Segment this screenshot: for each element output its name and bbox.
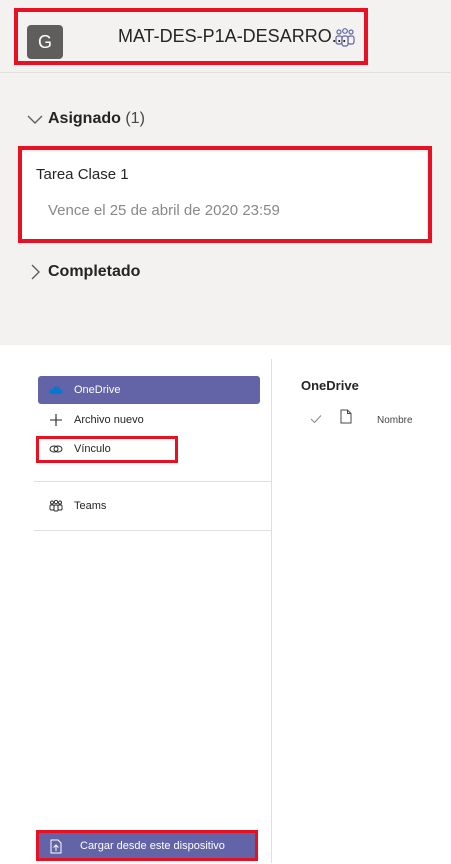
teams-icon bbox=[48, 492, 64, 520]
chevron-down-icon bbox=[26, 110, 44, 128]
nav-item-label: Archivo nuevo bbox=[74, 414, 144, 426]
file-picker-nav: OneDrive Archivo nuevo Vínculo Teams Car… bbox=[34, 359, 272, 863]
chevron-right-icon bbox=[26, 263, 44, 281]
nav-item-new-file[interactable]: Archivo nuevo bbox=[38, 406, 260, 434]
highlight-box-link bbox=[36, 436, 178, 463]
highlight-box-assignment bbox=[18, 146, 432, 243]
onedrive-icon bbox=[48, 376, 64, 404]
assigned-label: Asignado bbox=[48, 110, 121, 128]
highlight-box-upload bbox=[36, 830, 258, 861]
assignments-panel: G MAT-DES-P1A-DESARRO... Asignado (1) Ta… bbox=[0, 0, 451, 345]
highlight-box-team bbox=[14, 8, 368, 65]
nav-item-label: Teams bbox=[74, 500, 107, 512]
assigned-section-header[interactable]: Asignado (1) bbox=[26, 110, 145, 128]
nav-item-label: OneDrive bbox=[74, 384, 121, 396]
completed-section-header[interactable]: Completado bbox=[26, 263, 140, 281]
file-type-icon bbox=[340, 409, 352, 427]
nav-item-onedrive[interactable]: OneDrive bbox=[38, 376, 260, 404]
nav-divider bbox=[34, 530, 271, 531]
select-all-check-icon[interactable] bbox=[310, 414, 322, 427]
file-picker: OneDrive Archivo nuevo Vínculo Teams Car… bbox=[0, 359, 451, 863]
assigned-count: (1) bbox=[125, 110, 145, 128]
content-title: OneDrive bbox=[301, 378, 359, 393]
nav-item-teams[interactable]: Teams bbox=[38, 492, 260, 520]
column-name-header[interactable]: Nombre bbox=[377, 415, 413, 426]
nav-divider bbox=[34, 481, 271, 482]
plus-icon bbox=[48, 406, 64, 434]
completed-label: Completado bbox=[48, 263, 141, 281]
